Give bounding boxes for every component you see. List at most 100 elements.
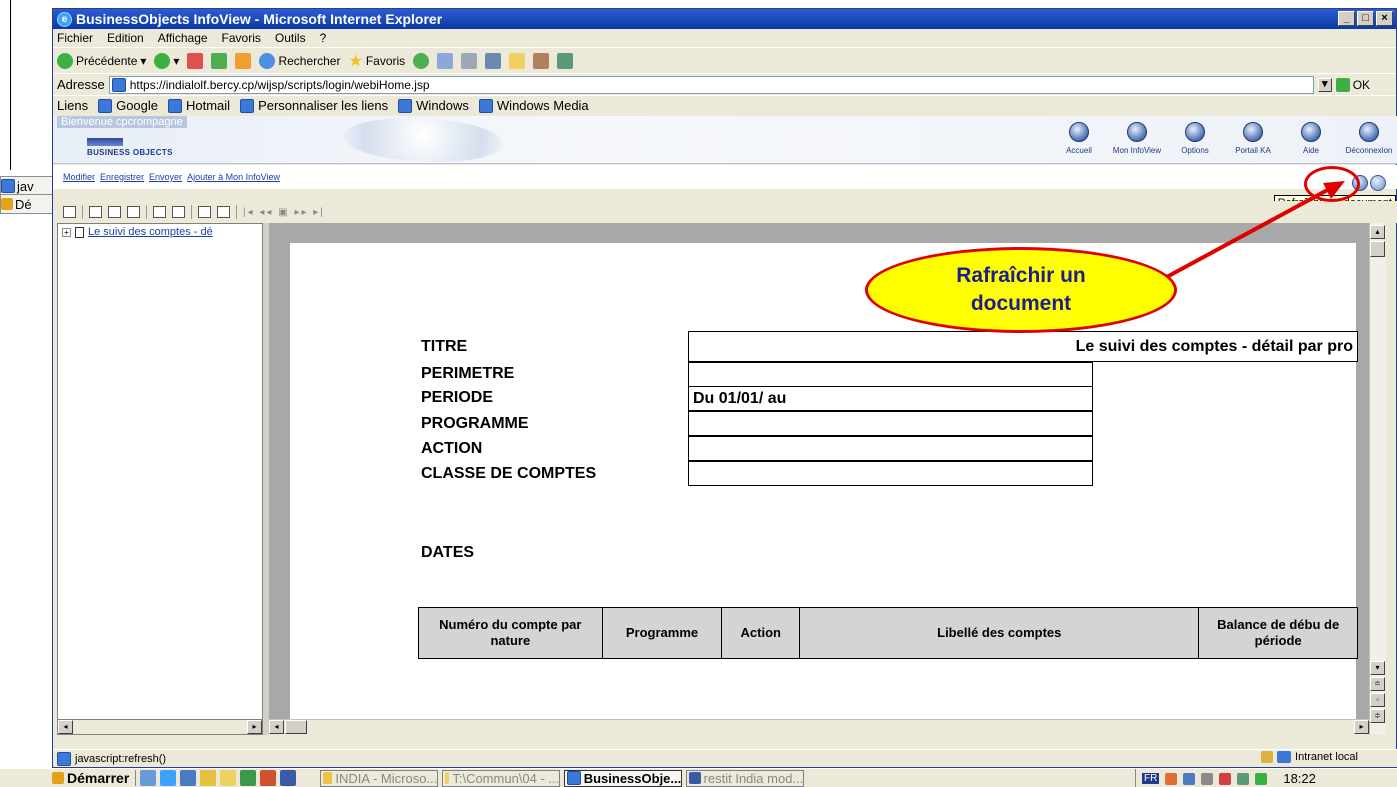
action-modifier[interactable]: Modifier [63, 172, 95, 182]
nav-portail-ka[interactable]: Portail KA [1224, 122, 1282, 155]
quicklaunch-explorer-icon[interactable] [220, 770, 237, 786]
prev-page-icon[interactable]: ≐ [1370, 677, 1385, 691]
desktop-task-js[interactable]: jav [0, 176, 55, 196]
nav-mon-infoview[interactable]: Mon InfoView [1108, 122, 1166, 155]
scroll-right-icon[interactable]: ▸ [247, 720, 262, 734]
home-icon[interactable] [235, 52, 252, 69]
scroll-right-icon[interactable]: ▸ [1354, 720, 1369, 734]
search-button[interactable]: Rechercher [259, 52, 340, 69]
map-toggle-icon[interactable] [63, 206, 76, 218]
tray-icon[interactable] [1255, 772, 1268, 785]
messenger-icon[interactable] [557, 52, 574, 69]
address-input[interactable]: https://indialolf.bercy.cp/wijsp/scripts… [108, 75, 1314, 94]
menu-edition[interactable]: Edition [107, 31, 144, 45]
quicklaunch-word-icon[interactable] [280, 770, 297, 786]
link-hotmail[interactable]: Hotmail [168, 98, 230, 113]
menu-outils[interactable]: Outils [275, 31, 306, 45]
cancel-refresh-icon[interactable] [1370, 175, 1386, 191]
folder-icon[interactable] [509, 52, 526, 69]
tree-item[interactable]: + Le suivi des comptes - dé [62, 226, 213, 238]
task-businessobjects[interactable]: BusinessObje... [564, 769, 683, 787]
scroll-thumb[interactable] [1370, 241, 1385, 257]
language-indicator[interactable]: FR [1142, 773, 1160, 784]
print-icon[interactable] [461, 52, 478, 69]
ie-page-icon [57, 751, 71, 766]
quicklaunch-desktop-icon[interactable] [140, 770, 157, 786]
maximize-button[interactable]: □ [1357, 11, 1374, 26]
perimetre-field [688, 362, 1093, 387]
tray-icon[interactable] [1183, 772, 1196, 785]
menu-affichage[interactable]: Affichage [158, 31, 208, 45]
link-personnaliser[interactable]: Personnaliser les liens [240, 98, 388, 113]
quicklaunch-folder-icon[interactable] [200, 770, 217, 786]
refresh-icon[interactable] [211, 52, 228, 69]
task-restit[interactable]: restit India mod... [686, 769, 805, 787]
callout-bubble: Rafraîchir un document [865, 247, 1177, 333]
desktop-task-start[interactable]: Dé [0, 194, 55, 214]
address-dropdown-icon[interactable]: ▾ [1317, 77, 1332, 92]
task-label: T:\Commun\04 - ... [452, 770, 560, 786]
action-ajouter[interactable]: Ajouter à Mon InfoView [187, 172, 280, 182]
task-india[interactable]: INDIA - Microso... [320, 769, 439, 787]
zoom-icon[interactable] [172, 206, 185, 218]
link-google[interactable]: Google [98, 98, 158, 113]
pdf-view-icon[interactable] [127, 206, 140, 218]
nav-accueil[interactable]: Accueil [1050, 122, 1108, 155]
quicklaunch-powerpoint-icon[interactable] [260, 770, 277, 786]
task-commun[interactable]: T:\Commun\04 - ... [442, 769, 561, 787]
tray-icon[interactable] [1237, 772, 1250, 785]
quicklaunch-ie-icon[interactable] [160, 770, 177, 786]
quicklaunch-excel-icon[interactable] [240, 770, 257, 786]
link-windows-media[interactable]: Windows Media [478, 98, 589, 113]
desktop-edge [10, 0, 11, 170]
research-icon[interactable] [533, 52, 550, 69]
quicklaunch-outlook-icon[interactable] [180, 770, 197, 786]
select-page-icon[interactable]: ◦ [1370, 693, 1385, 707]
scroll-left-icon[interactable]: ◂ [269, 720, 284, 734]
stop-icon[interactable] [187, 52, 204, 69]
favorites-button[interactable]: ★ Favoris [348, 51, 405, 71]
word-icon[interactable] [485, 52, 502, 69]
scroll-left-icon[interactable]: ◂ [58, 720, 73, 734]
report-vscrollbar[interactable]: ▴ ▾ ≐ ◦ ≑ [1369, 223, 1386, 735]
label-perimetre: PERIMETRE [421, 365, 515, 382]
go-button[interactable]: OK [1335, 77, 1370, 92]
logout-icon [1359, 122, 1379, 142]
tree-scrollbar[interactable]: ◂ ▸ [57, 719, 263, 735]
next-page-icon[interactable]: ≑ [1370, 709, 1385, 723]
nav-label: Options [1181, 146, 1209, 155]
menu-help[interactable]: ? [320, 31, 327, 45]
media-icon[interactable] [413, 52, 430, 69]
scroll-down-icon[interactable]: ▾ [1370, 661, 1385, 675]
expand-icon[interactable]: + [62, 227, 71, 237]
action-envoyer[interactable]: Envoyer [149, 172, 182, 182]
tray-icon[interactable] [1165, 772, 1178, 785]
close-button[interactable]: × [1376, 11, 1393, 26]
new-page-icon[interactable] [198, 206, 211, 218]
page-view-icon[interactable] [89, 206, 102, 218]
link-windows[interactable]: Windows [398, 98, 469, 113]
action-enregistrer[interactable]: Enregistrer [100, 172, 144, 182]
nav-deconnexion[interactable]: Déconnexion [1340, 122, 1397, 155]
scroll-up-icon[interactable]: ▴ [1370, 225, 1385, 239]
menu-favoris[interactable]: Favoris [222, 31, 261, 45]
forward-button[interactable]: ▾ [154, 52, 179, 69]
menu-fichier[interactable]: Fichier [57, 31, 93, 45]
tray-icon[interactable] [1219, 772, 1232, 785]
hand-icon[interactable] [153, 206, 166, 218]
nav-options[interactable]: Options [1166, 122, 1224, 155]
tray-icon[interactable] [1201, 772, 1214, 785]
mail-icon[interactable] [437, 52, 454, 69]
report-hscrollbar[interactable]: ◂ ▸ [269, 719, 1369, 735]
nav-aide[interactable]: Aide [1282, 122, 1340, 155]
back-button[interactable]: Précédente ▾ [57, 52, 146, 69]
start-button[interactable]: Démarrer [52, 770, 137, 786]
page-navigation-icons[interactable]: |◂ ◂◂ ▣ ▸▸ ▸| [243, 207, 325, 218]
draft-view-icon[interactable] [108, 206, 121, 218]
callout-arrow [1162, 181, 1345, 281]
scroll-thumb[interactable] [285, 720, 307, 734]
minimize-button[interactable]: _ [1338, 11, 1355, 26]
separator [236, 205, 237, 219]
print-icon[interactable] [217, 206, 230, 218]
go-arrow-icon [1335, 77, 1350, 92]
